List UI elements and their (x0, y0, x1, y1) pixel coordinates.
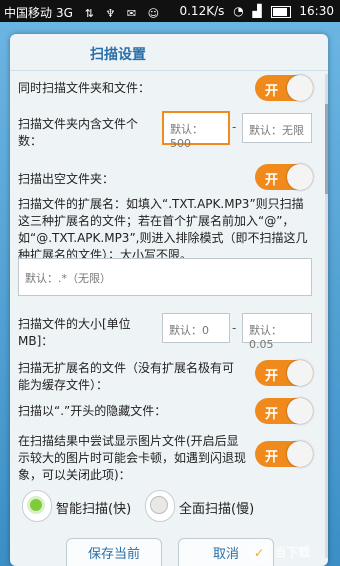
toggle-on-label: 开 (265, 84, 279, 99)
extensions-input[interactable]: 默认：.*（无限） (18, 258, 312, 296)
dialog-title: 扫描设置 (90, 47, 146, 63)
scrollbar-thumb[interactable] (325, 104, 328, 194)
toggle-on-label: 开 (265, 450, 279, 465)
title-divider (10, 70, 328, 71)
network-type: 3G (56, 6, 73, 20)
scan-folders-files-label: 同时扫描文件夹和文件： (18, 81, 151, 95)
file-size-max-input[interactable]: 默认：0.05 (242, 313, 312, 351)
toggle-knob (287, 398, 313, 424)
radio-checked-indicator (27, 496, 45, 514)
wifi-icon: ◔ (233, 4, 244, 18)
toggle-on-label: 开 (265, 173, 279, 188)
status-left: 中国移动 3G ⇅ ♆ ✉ ☺ (4, 4, 163, 21)
network-speed: 0.12K/s (179, 4, 225, 18)
status-right: 0.12K/s ◔ ▟ 16:30 (174, 4, 334, 18)
toggle-knob (287, 441, 313, 467)
extensions-label: 扫描文件的扩展名：如填入“.TXT.APK.MP3”则只扫描这三种扩展名的文件；… (18, 197, 308, 262)
scan-empty-folder-toggle[interactable]: 开 (255, 164, 313, 190)
watermark-logo-icon: ✓ (248, 542, 270, 564)
toggle-knob (287, 360, 313, 386)
file-size-label: 扫描文件的大小[单位MB]： (18, 317, 131, 348)
size-range-separator: - (232, 321, 237, 335)
no-extension-label: 扫描无扩展名的文件（没有扩展名极有可能为缓存文件）： (18, 361, 235, 392)
save-current-button[interactable]: 保存当前 (66, 538, 162, 566)
scan-settings-dialog: 扫描设置 同时扫描文件夹和文件： 开 扫描文件夹内含文件个数： 默认：500 -… (10, 34, 328, 566)
show-images-label: 在扫描结果中尝试显示图片文件(开启后显示较大的图片时可能会卡顿，如遇到闪退现象，… (18, 434, 247, 482)
hidden-files-label: 扫描以“.”开头的隐藏文件： (18, 404, 167, 418)
toggle-on-label: 开 (265, 369, 279, 384)
smart-scan-label[interactable]: 智能扫描(快) (56, 498, 131, 517)
carrier-name: 中国移动 (4, 6, 53, 20)
full-scan-label[interactable]: 全面扫描(慢) (179, 498, 254, 517)
smart-scan-radio[interactable] (22, 490, 52, 522)
toggle-on-label: 开 (265, 407, 279, 422)
watermark: ✓ 当下载 (248, 542, 328, 566)
scan-folders-files-toggle[interactable]: 开 (255, 75, 313, 101)
radio-unchecked-indicator (150, 496, 168, 514)
folder-file-count-label: 扫描文件夹内含文件个数： (18, 117, 139, 148)
signal-icon: ▟ (252, 4, 262, 18)
hidden-files-toggle[interactable]: 开 (255, 398, 313, 424)
battery-icon (270, 5, 291, 18)
toggle-knob (287, 75, 313, 101)
no-extension-toggle[interactable]: 开 (255, 360, 313, 386)
scan-empty-folder-label: 扫描出空文件夹： (18, 172, 115, 186)
count-range-separator: - (232, 120, 237, 134)
file-count-max-input[interactable]: 默认：无限 (242, 113, 312, 143)
clock: 16:30 (299, 4, 334, 18)
status-bar: 中国移动 3G ⇅ ♆ ✉ ☺ 0.12K/s ◔ ▟ 16:30 (0, 0, 340, 22)
show-images-toggle[interactable]: 开 (255, 441, 313, 467)
toggle-knob (287, 164, 313, 190)
notification-icons: ⇅ ♆ ✉ ☺ (84, 7, 164, 20)
file-size-min-input[interactable]: 默认：0 (162, 313, 230, 343)
full-scan-radio[interactable] (145, 490, 175, 522)
watermark-text: 当下载 (274, 545, 311, 560)
file-count-min-input[interactable]: 默认：500 (162, 111, 230, 150)
